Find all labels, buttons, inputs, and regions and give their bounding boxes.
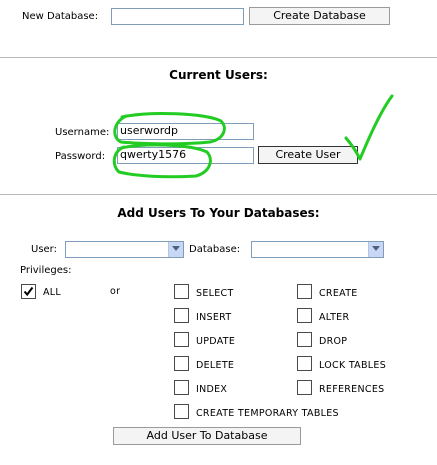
privileges-label: Privileges: <box>20 265 72 276</box>
privilege-label-select: SELECT <box>196 288 234 299</box>
username-label: Username: <box>55 127 110 138</box>
database-select-label: Database: <box>189 244 241 255</box>
privilege-checkbox-drop[interactable] <box>297 332 312 347</box>
privilege-checkbox-create-temporary-tables[interactable] <box>174 404 189 419</box>
add-users-heading: Add Users To Your Databases: <box>117 206 320 220</box>
all-privileges-label: ALL <box>43 287 61 298</box>
all-privileges-checkbox[interactable] <box>21 284 36 299</box>
privilege-label-insert: INSERT <box>196 312 232 323</box>
create-database-button[interactable]: Create Database <box>249 7 390 25</box>
password-input[interactable]: qwerty1576 <box>117 147 254 164</box>
privilege-label-create-temporary-tables: CREATE TEMPORARY TABLES <box>196 408 339 419</box>
or-label: or <box>110 286 121 297</box>
privilege-checkbox-update[interactable] <box>174 332 189 347</box>
divider <box>0 57 437 58</box>
divider <box>0 194 437 195</box>
checkmark-icon <box>23 286 34 297</box>
privilege-label-references: REFERENCES <box>319 384 385 395</box>
privilege-checkbox-delete[interactable] <box>174 356 189 371</box>
user-select[interactable] <box>65 241 184 258</box>
privilege-checkbox-insert[interactable] <box>174 308 189 323</box>
privilege-label-create: CREATE <box>319 288 358 299</box>
create-user-button[interactable]: Create User <box>258 146 358 164</box>
privilege-label-index: INDEX <box>196 384 228 395</box>
username-input[interactable]: userwordp <box>117 123 254 140</box>
privilege-label-drop: DROP <box>319 336 348 347</box>
privilege-checkbox-select[interactable] <box>174 284 189 299</box>
new-database-input[interactable] <box>111 8 244 25</box>
privilege-label-delete: DELETE <box>196 360 235 371</box>
chevron-down-icon[interactable] <box>168 242 183 257</box>
privilege-label-update: UPDATE <box>196 336 236 347</box>
privilege-label-alter: ALTER <box>319 312 350 323</box>
database-select[interactable] <box>251 241 384 258</box>
add-user-to-database-button[interactable]: Add User To Database <box>113 427 301 445</box>
privilege-checkbox-references[interactable] <box>297 380 312 395</box>
privilege-checkbox-alter[interactable] <box>297 308 312 323</box>
chevron-down-icon[interactable] <box>368 242 383 257</box>
mysql-databases-page: New Database: Create Database Current Us… <box>0 0 437 465</box>
privilege-checkbox-lock-tables[interactable] <box>297 356 312 371</box>
current-users-heading: Current Users: <box>169 68 268 82</box>
new-database-label: New Database: <box>22 11 99 22</box>
privilege-label-lock-tables: LOCK TABLES <box>319 360 387 371</box>
privilege-checkbox-create[interactable] <box>297 284 312 299</box>
privilege-checkbox-index[interactable] <box>174 380 189 395</box>
password-label: Password: <box>55 151 106 162</box>
user-select-label: User: <box>31 244 57 255</box>
